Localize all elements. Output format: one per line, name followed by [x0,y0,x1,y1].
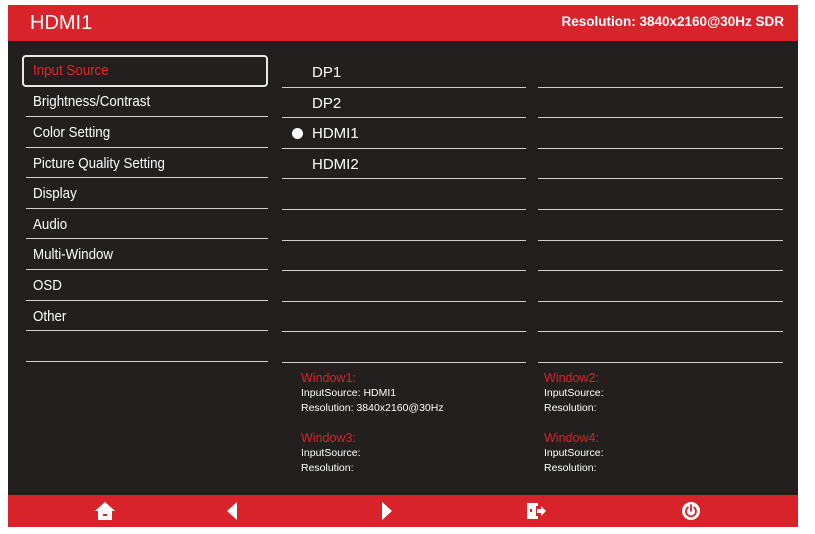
left-button[interactable] [222,500,244,522]
menu-item-label: OSD [33,277,62,294]
option-hdmi1[interactable]: HDMI1 [282,118,526,149]
menu-item-color-setting[interactable]: Color Setting [26,117,268,148]
menu-item-brightness-contrast[interactable]: Brightness/Contrast [26,86,268,117]
menu-item-picture-quality-setting[interactable]: Picture Quality Setting [26,148,268,179]
window1-input: InputSource: HDMI1 [301,387,397,399]
detail-empty [538,88,783,119]
menu-item-label: Picture Quality Setting [33,155,165,172]
window1-resolution: Resolution: 3840x2160@30Hz [301,402,444,414]
footer-control-bar [8,495,798,527]
window2-title: Window2: [544,371,599,385]
detail-empty [538,210,783,241]
menu-item-label: Multi-Window [33,247,114,264]
window4-info: Window4: InputSource: Resolution: [544,430,604,476]
home-button[interactable] [94,500,116,522]
detail-empty [538,302,783,333]
menu-item-audio[interactable]: Audio [26,209,268,240]
option-empty [282,210,526,241]
selected-bullet-icon [292,128,303,140]
window4-resolution: Resolution: [544,462,597,474]
main-menu: Input Source Brightness/Contrast Color S… [22,55,268,362]
option-dp2[interactable]: DP2 [282,88,526,119]
osd-menu: HDMI1 Resolution: 3840x2160@30Hz SDR Inp… [8,5,798,527]
option-empty [282,302,526,333]
option-empty [282,241,526,272]
right-button[interactable] [376,500,398,522]
window3-info: Window3: InputSource: Resolution: [301,430,361,476]
option-label: DP2 [312,94,342,112]
option-empty [282,332,526,363]
window4-title: Window4: [544,431,599,445]
menu-item-label: Display [33,186,77,203]
arrow-right-icon [382,502,392,520]
window1-title: Window1: [301,371,356,385]
power-button[interactable] [680,500,702,522]
window2-resolution: Resolution: [544,402,597,414]
option-label: HDMI1 [312,125,359,143]
arrow-left-icon [227,502,237,520]
menu-item-display[interactable]: Display [26,178,268,209]
detail-empty [538,57,783,88]
option-label: HDMI2 [312,155,359,173]
menu-item-other[interactable]: Other [26,301,268,332]
window2-info: Window2: InputSource: Resolution: [544,370,604,416]
detail-empty [538,241,783,272]
resolution-status: Resolution: 3840x2160@30Hz SDR [561,14,785,29]
option-empty [282,179,526,210]
detail-empty [538,179,783,210]
menu-item-label: Color Setting [33,125,111,141]
exit-icon [527,503,546,519]
menu-item-label: Other [33,308,67,325]
menu-item-input-source[interactable]: Input Source [22,55,268,87]
menu-item-label: Input Source [33,63,109,79]
input-source-options: DP1 DP2 HDMI1 HDMI2 [282,57,526,363]
window3-title: Window3: [301,431,356,445]
home-icon [95,502,115,520]
window1-info: Window1: InputSource: HDMI1 Resolution: … [301,370,444,416]
option-empty [282,271,526,302]
option-label: DP1 [312,64,342,81]
menu-item-label: Brightness/Contrast [33,94,151,111]
option-dp1[interactable]: DP1 [282,57,526,88]
option-hdmi2[interactable]: HDMI2 [282,149,526,180]
power-icon [682,502,700,520]
detail-empty [538,118,783,149]
current-input-title: HDMI1 [30,12,93,34]
detail-empty [538,332,783,363]
header-bar: HDMI1 Resolution: 3840x2160@30Hz SDR [8,5,798,41]
menu-item-multi-window[interactable]: Multi-Window [26,239,268,270]
menu-item-empty [26,331,268,362]
detail-column [538,57,783,363]
window4-input: InputSource: [544,447,604,459]
detail-empty [538,271,783,302]
menu-item-osd[interactable]: OSD [26,270,268,301]
exit-button[interactable] [525,500,547,522]
detail-empty [538,149,783,180]
window3-resolution: Resolution: [301,462,354,474]
window3-input: InputSource: [301,447,361,459]
window2-input: InputSource: [544,387,604,399]
menu-item-label: Audio [33,216,68,233]
